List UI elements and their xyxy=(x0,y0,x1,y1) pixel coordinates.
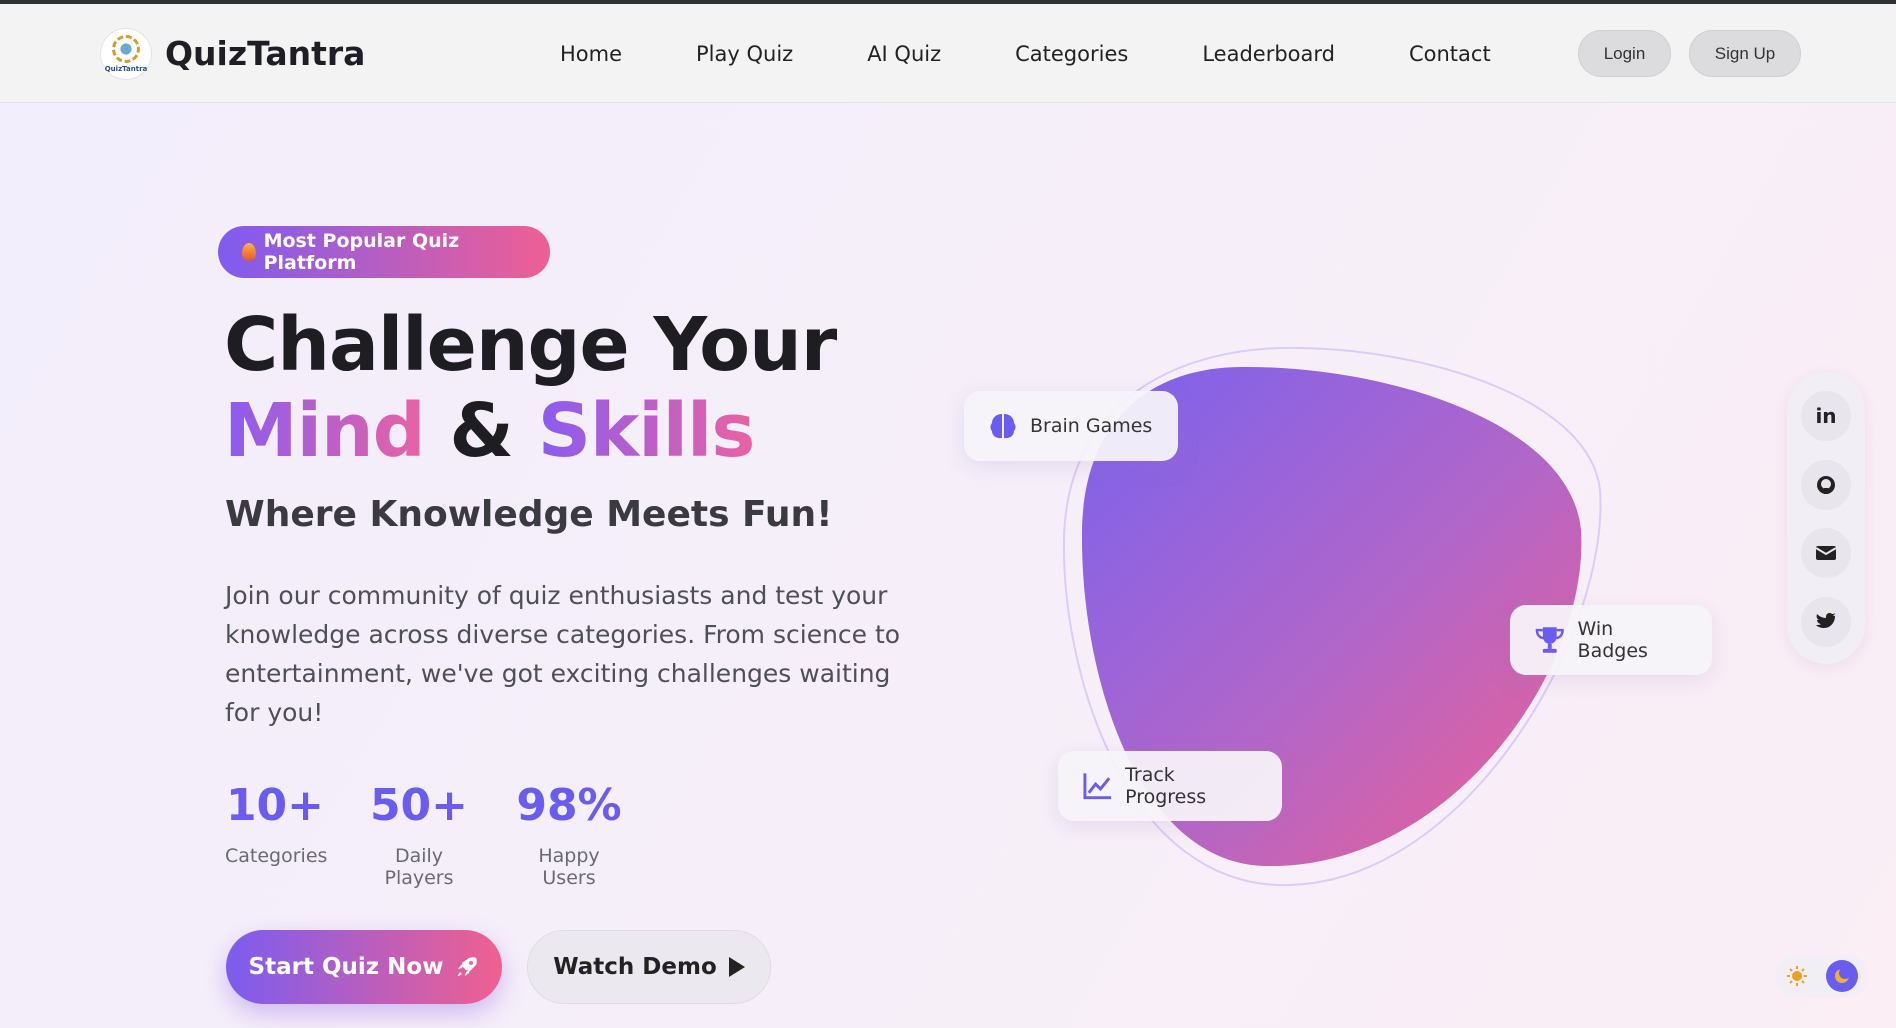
site-header: QuizTantra QuizTantra Home Play Quiz AI … xyxy=(0,4,1896,103)
feature-card-track-progress: Track Progress xyxy=(1058,751,1282,821)
popular-badge: Most Popular Quiz Platform xyxy=(218,226,550,278)
play-icon xyxy=(728,957,745,977)
hero-subtitle: Where Knowledge Meets Fun! xyxy=(225,494,833,535)
nav-leaderboard[interactable]: Leaderboard xyxy=(1202,42,1335,66)
rocket-icon xyxy=(458,957,478,976)
hero-title-amp: & xyxy=(449,388,514,474)
hero-title-line2: Mind & Skills xyxy=(224,388,756,474)
stat-label: Categories xyxy=(225,845,328,867)
brain-icon xyxy=(990,414,1016,439)
watch-demo-label: Watch Demo xyxy=(553,954,717,980)
feature-card-label: Brain Games xyxy=(1030,415,1153,437)
hero-title-mind: Mind xyxy=(224,388,426,474)
trophy-icon xyxy=(1535,627,1564,653)
stat-happy-users: 98% Happy Users xyxy=(512,780,626,889)
chart-line-icon xyxy=(1083,773,1112,800)
envelope-icon[interactable] xyxy=(1801,528,1851,578)
social-sidebar: in xyxy=(1787,372,1865,664)
nav-home[interactable]: Home xyxy=(560,42,622,66)
watch-demo-button[interactable]: Watch Demo xyxy=(527,930,771,1004)
nav-contact[interactable]: Contact xyxy=(1409,42,1491,66)
feature-card-brain-games: Brain Games xyxy=(964,391,1178,461)
stat-value: 10+ xyxy=(225,780,325,831)
popular-badge-label: Most Popular Quiz Platform xyxy=(263,230,460,274)
stat-value: 98% xyxy=(516,780,622,831)
nav-play-quiz[interactable]: Play Quiz xyxy=(696,42,793,66)
start-quiz-label: Start Quiz Now xyxy=(248,954,444,980)
logo-emblem-icon xyxy=(112,35,140,63)
hero-title-skills: Skills xyxy=(537,388,756,474)
fire-icon xyxy=(242,243,256,261)
signup-button[interactable]: Sign Up xyxy=(1689,30,1801,77)
feature-card-win-badges: Win Badges xyxy=(1510,605,1712,675)
stat-value: 50+ xyxy=(369,780,469,831)
theme-toggle[interactable] xyxy=(1776,955,1868,997)
logo-text: QuizTantra xyxy=(104,65,148,73)
sun-icon xyxy=(1787,966,1807,986)
stat-label: Daily Players xyxy=(384,845,454,889)
linkedin-icon[interactable]: in xyxy=(1801,391,1851,441)
start-quiz-button[interactable]: Start Quiz Now xyxy=(226,930,502,1004)
hero-description: Join our community of quiz enthusiasts a… xyxy=(225,581,901,727)
nav-ai-quiz[interactable]: AI Quiz xyxy=(867,42,941,66)
main-nav: Home Play Quiz AI Quiz Categories Leader… xyxy=(560,42,1491,66)
stat-label: Happy Users xyxy=(538,845,600,889)
logo[interactable]: QuizTantra xyxy=(100,28,152,80)
brand-name[interactable]: QuizTantra xyxy=(165,34,365,73)
stat-categories: 10+ Categories xyxy=(225,780,328,867)
nav-categories[interactable]: Categories xyxy=(1015,42,1128,66)
feature-card-label: Win Badges xyxy=(1577,618,1648,662)
hero-title-line1: Challenge Your xyxy=(224,302,837,388)
login-button[interactable]: Login xyxy=(1578,30,1671,77)
moon-icon xyxy=(1826,960,1858,992)
twitter-icon[interactable] xyxy=(1801,597,1851,647)
stat-daily-players: 50+ Daily Players xyxy=(361,780,477,889)
feature-card-label: Track Progress xyxy=(1125,764,1207,808)
github-icon[interactable] xyxy=(1801,460,1851,510)
